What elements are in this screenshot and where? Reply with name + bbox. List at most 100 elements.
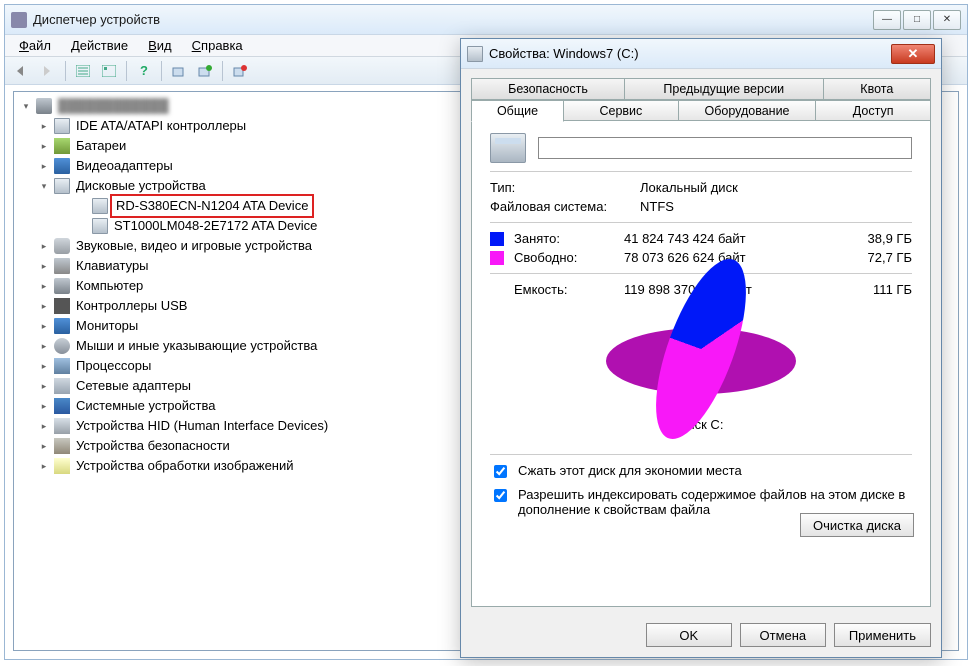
type-label: Тип:: [490, 180, 640, 195]
free-label: Свободно:: [514, 250, 624, 265]
ok-button[interactable]: OK: [646, 623, 732, 647]
expand-collapse-icon[interactable]: ▸: [34, 276, 54, 296]
toolbar-separator: [126, 61, 127, 81]
prop-title: Свойства: Windows7 (C:): [489, 46, 891, 61]
separator: [490, 273, 912, 274]
usage-pie-chart: [490, 301, 912, 411]
expand-collapse-icon[interactable]: ▸: [34, 376, 54, 396]
expand-collapse-icon[interactable]: ▸: [34, 236, 54, 256]
device-category-icon: [54, 438, 70, 454]
expand-collapse-icon[interactable]: ▸: [34, 416, 54, 436]
filesystem-label: Файловая система:: [490, 199, 640, 214]
device-category-icon: [54, 458, 70, 474]
tree-node-label: Сетевые адаптеры: [76, 376, 191, 396]
toolbar-help-button[interactable]: ?: [133, 60, 155, 82]
tree-node-label: IDE ATA/ATAPI контроллеры: [76, 116, 246, 136]
tab-row-front: Общие Сервис Оборудование Доступ: [471, 99, 931, 121]
expand-collapse-icon[interactable]: ▸: [34, 456, 54, 476]
cancel-button[interactable]: Отмена: [740, 623, 826, 647]
tree-node-label: RD-S380ECN-N1204 ATA Device: [116, 198, 308, 213]
menu-file[interactable]: Файл: [11, 36, 59, 55]
drive-large-icon: [490, 133, 526, 163]
expand-collapse-icon[interactable]: ▸: [34, 316, 54, 336]
device-category-icon: [54, 298, 70, 314]
toolbar-detail-button[interactable]: [72, 60, 94, 82]
tab-row-back: Безопасность Предыдущие версии Квота: [471, 77, 931, 99]
expand-collapse-icon[interactable]: ▸: [34, 296, 54, 316]
expand-collapse-icon[interactable]: ▸: [34, 396, 54, 416]
toolbar-uninstall-button[interactable]: [229, 60, 251, 82]
expand-collapse-icon[interactable]: ▸: [34, 336, 54, 356]
tree-node-label: ST1000LM048-2E7172 ATA Device: [114, 216, 317, 236]
used-label: Занято:: [514, 231, 624, 246]
maximize-button[interactable]: □: [903, 10, 931, 30]
device-category-icon: [54, 138, 70, 154]
drive-name-input[interactable]: [538, 137, 912, 159]
filesystem-value: NTFS: [640, 199, 912, 214]
prop-titlebar[interactable]: Свойства: Windows7 (C:) ✕: [461, 39, 941, 69]
menu-view[interactable]: Вид: [140, 36, 180, 55]
toolbar-back-button[interactable]: [11, 60, 33, 82]
close-button[interactable]: ✕: [933, 10, 961, 30]
tree-node-label: Клавиатуры: [76, 256, 149, 276]
tree-node-label: Дисковые устройства: [76, 176, 206, 196]
separator: [490, 454, 912, 455]
device-category-icon: [54, 278, 70, 294]
tree-node-label: Контроллеры USB: [76, 296, 187, 316]
close-button[interactable]: ✕: [891, 44, 935, 64]
tab-quota[interactable]: Квота: [824, 78, 931, 100]
minimize-button[interactable]: —: [873, 10, 901, 30]
free-swatch-icon: [490, 251, 504, 265]
drive-icon: [467, 46, 483, 62]
dm-titlebar[interactable]: Диспетчер устройств — □ ✕: [5, 5, 967, 35]
prop-body: Безопасность Предыдущие версии Квота Общ…: [471, 77, 931, 607]
compress-checkbox-row[interactable]: Сжать этот диск для экономии места: [490, 463, 912, 481]
device-category-icon: [54, 258, 70, 274]
tab-tools[interactable]: Сервис: [564, 100, 679, 122]
device-category-icon: [54, 318, 70, 334]
toolbar-properties-button[interactable]: [98, 60, 120, 82]
expand-collapse-icon[interactable]: ▸: [34, 256, 54, 276]
expand-collapse-icon[interactable]: ▸: [34, 356, 54, 376]
index-checkbox[interactable]: [494, 489, 507, 502]
dm-title: Диспетчер устройств: [33, 12, 871, 27]
device-category-icon: [54, 238, 70, 254]
expand-collapse-icon[interactable]: ▾: [16, 96, 36, 116]
compress-label: Сжать этот диск для экономии места: [518, 463, 742, 478]
tree-node-label: Звуковые, видео и игровые устройства: [76, 236, 312, 256]
used-swatch-icon: [490, 232, 504, 246]
tree-node-label: Системные устройства: [76, 396, 215, 416]
tab-hardware[interactable]: Оборудование: [679, 100, 817, 122]
device-category-icon: [54, 118, 70, 134]
tree-node-label: Мыши и иные указывающие устройства: [76, 336, 317, 356]
menu-help[interactable]: Справка: [184, 36, 251, 55]
tree-node-label: Батареи: [76, 136, 126, 156]
capacity-label: Емкость:: [514, 282, 624, 297]
expand-collapse-icon[interactable]: ▸: [34, 436, 54, 456]
expand-collapse-icon[interactable]: ▸: [34, 136, 54, 156]
used-size: 38,9 ГБ: [852, 231, 912, 246]
expand-collapse-icon[interactable]: ▸: [34, 116, 54, 136]
toolbar-scan-button[interactable]: [168, 60, 190, 82]
tab-general[interactable]: Общие: [471, 100, 564, 122]
toolbar-forward-button[interactable]: [37, 60, 59, 82]
device-category-icon: [54, 158, 70, 174]
tab-sharing[interactable]: Доступ: [816, 100, 931, 122]
tree-node-label: ████████████: [58, 96, 169, 116]
tab-previous-versions[interactable]: Предыдущие версии: [625, 78, 824, 100]
used-bytes: 41 824 743 424 байт: [624, 231, 852, 246]
compress-checkbox[interactable]: [494, 465, 507, 478]
expand-collapse-icon[interactable]: ▾: [34, 176, 54, 196]
device-category-icon: [92, 198, 108, 214]
device-manager-icon: [11, 12, 27, 28]
tree-node-label: Устройства HID (Human Interface Devices): [76, 416, 328, 436]
toolbar-update-button[interactable]: [194, 60, 216, 82]
disk-cleanup-button[interactable]: Очистка диска: [800, 513, 914, 537]
tab-security[interactable]: Безопасность: [471, 78, 625, 100]
apply-button[interactable]: Применить: [834, 623, 931, 647]
device-category-icon: [54, 378, 70, 394]
tree-node-label: Мониторы: [76, 316, 138, 336]
menu-action[interactable]: Действие: [63, 36, 136, 55]
expand-collapse-icon[interactable]: ▸: [34, 156, 54, 176]
dialog-buttons: OK Отмена Применить: [461, 623, 931, 647]
